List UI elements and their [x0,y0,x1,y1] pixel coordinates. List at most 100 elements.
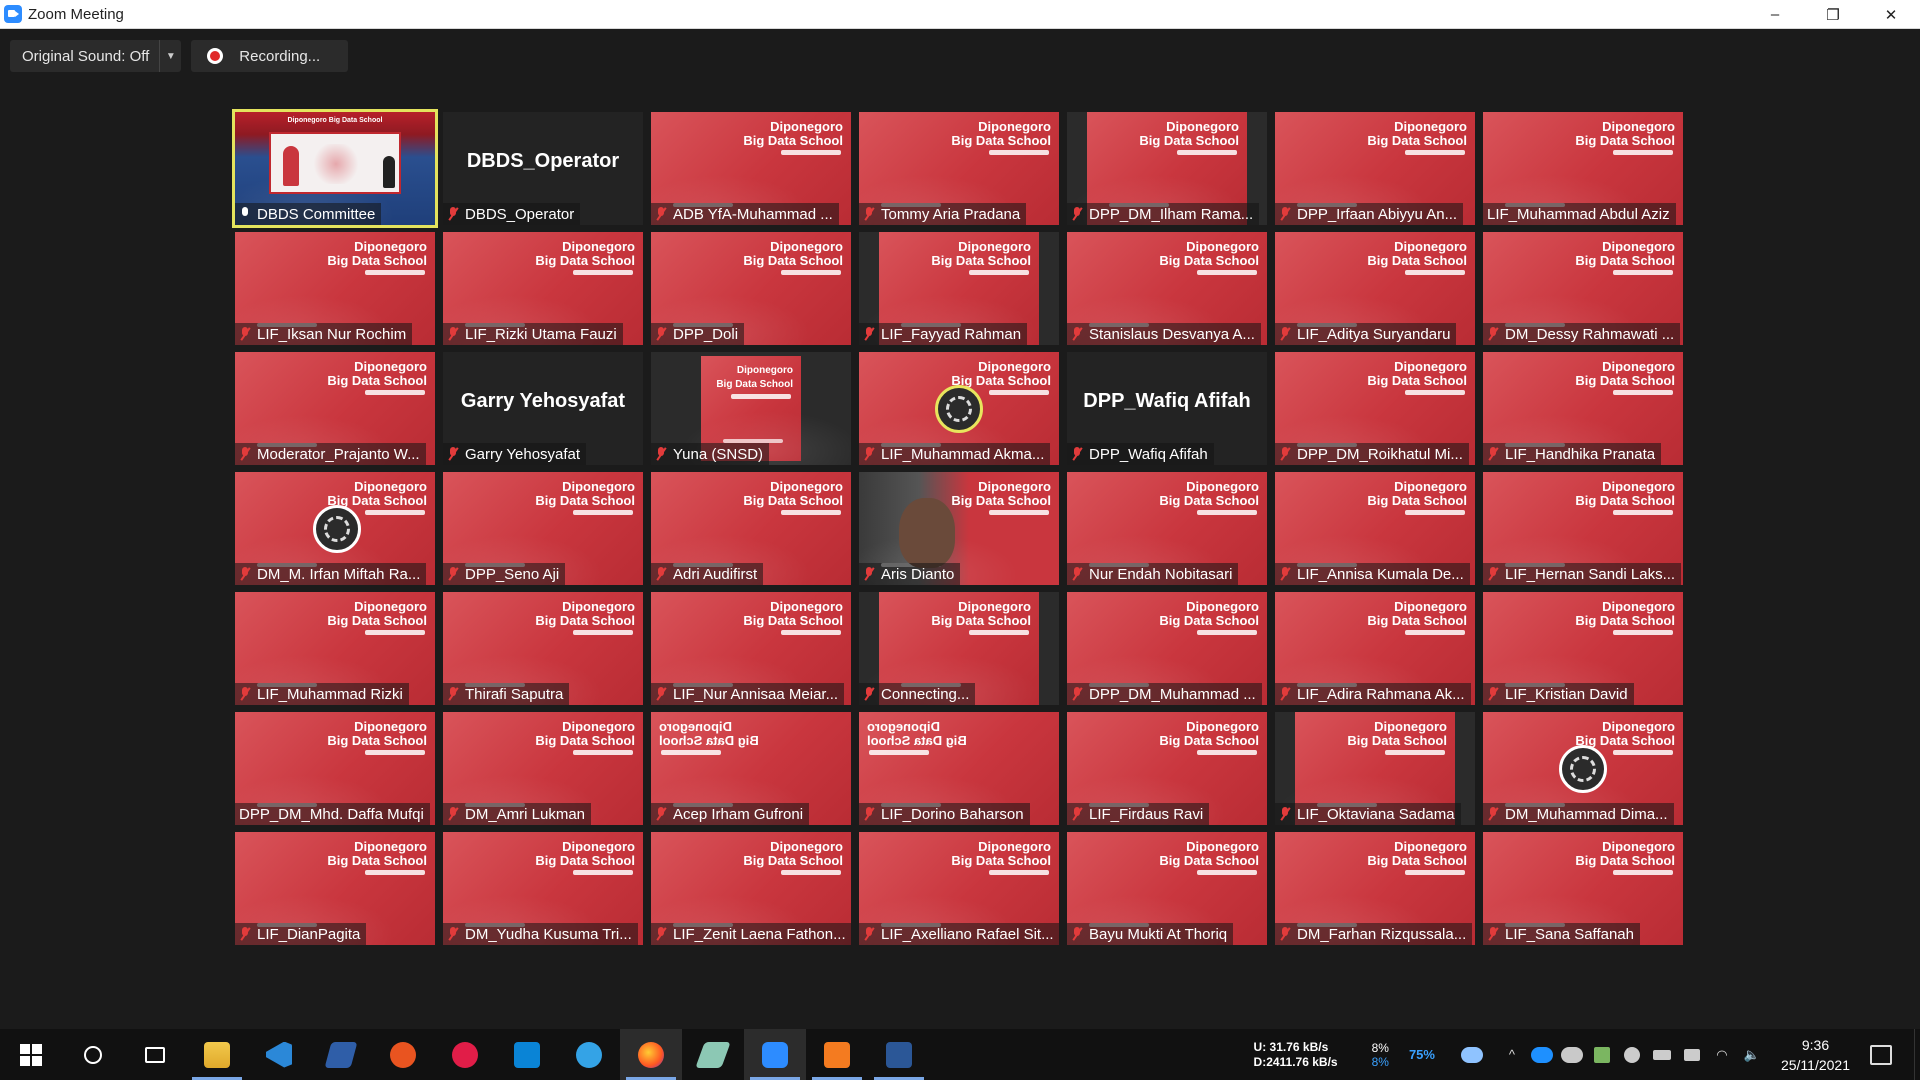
task-view-button[interactable] [124,1029,186,1080]
participant-name: LIF_Dorino Baharson [881,805,1024,823]
taskbar-file-explorer[interactable] [186,1029,248,1080]
notification-center-icon[interactable] [1870,1044,1892,1065]
participant-tile[interactable]: Diponegoro Big Data School LIF_Zenit Laena… [651,832,851,945]
participant-tile[interactable]: Diponegoro Big Data School Aris Dianto [859,472,1059,585]
brand-line-1: Diponegoro [1394,119,1467,134]
participant-tile[interactable]: Diponegoro Big Data School LIF_Oktaviana S… [1275,712,1475,825]
participant-tile[interactable]: Diponegoro Big Data School LIF_Firdaus Rav… [1067,712,1267,825]
participant-tile[interactable]: Diponegoro Big Data School DPP_DM_Roikhatu… [1275,352,1475,465]
taskbar-ubuntu[interactable] [372,1029,434,1080]
brand-line-2: Big Data School [327,373,427,388]
brand-line-2: Big Data School [951,853,1051,868]
participant-tile[interactable]: Diponegoro Big Data School DM_Farhan Rizqu… [1275,832,1475,945]
participant-tile[interactable]: Diponegoro Big Data School LIF_Rizki Utama… [443,232,643,345]
participant-tile[interactable]: Diponegoro Big Data School Tommy Aria Prad… [859,112,1059,225]
participant-tile[interactable]: Garry Yehosyafat Garry Yehosyafat [443,352,643,465]
participant-tile[interactable]: Diponegoro Big Data School Thirafi Saputra [443,592,643,705]
participant-tile[interactable]: Diponegoro Big Data School LIF_Iksan Nur R… [235,232,435,345]
participant-tile[interactable]: Diponegoro Big Data School LIF_Sana Saffan… [1483,832,1683,945]
brand-line-1: Diponegoro [1602,479,1675,494]
brand-line-2: Big Data School [1159,613,1259,628]
participant-tile[interactable]: Diponegoro Big Data School Connecting... [859,592,1059,705]
weather-icon[interactable] [1460,1046,1483,1064]
participant-name-bar: DPP_Seno Aji [443,563,566,585]
word-icon [886,1041,912,1068]
participant-tile[interactable]: Diponegoro Big Data School DPP_DM_Mhd. Daf… [235,712,435,825]
participant-tile[interactable]: Diponegoro Big Data School DM_Muhammad Dim… [1483,712,1683,825]
participant-tile[interactable]: Diponegoro Big Data School LIF_Muhammad Ak… [859,352,1059,465]
participant-tile[interactable]: Diponegoro Big Data School DPP_DM_Ilham Ra… [1067,112,1267,225]
participant-tile[interactable]: Diponegoro Big Data School LIF_Hernan Sand… [1483,472,1683,585]
participant-tile[interactable]: Diponegoro Big Data School LIF_Kristian Da… [1483,592,1683,705]
tray-app-icon[interactable] [1591,1046,1613,1064]
search-button[interactable] [62,1029,124,1080]
participant-tile[interactable]: Diponegoro Big Data School Nur Endah Nobit… [1067,472,1267,585]
participant-tile[interactable]: Diponegoro Big Data School DM_Amri Lukman [443,712,643,825]
participant-tile[interactable]: Diponegoro Big Data School LIF_Handhika Pr… [1483,352,1683,465]
participant-tile[interactable]: Diponegoro Big Data School LIF_Axelliano R… [859,832,1059,945]
brand-date-strip [1197,510,1257,515]
participant-tile[interactable]: Diponegoro Big Data School Acep Irham Gufr… [651,712,851,825]
participant-tile[interactable]: Diponegoro Big Data School DM_Yudha Kusuma… [443,832,643,945]
chevron-down-icon[interactable]: ▼ [159,40,181,72]
restore-button[interactable]: ❐ [1804,0,1862,29]
taskbar-zoom[interactable] [744,1029,806,1080]
participant-tile[interactable]: Diponegoro Big Data School ADB YfA-Muhamma… [651,112,851,225]
mic-muted-icon [655,207,667,221]
participant-tile[interactable]: Diponegoro Big Data School LIF_Muhammad Ab… [1483,112,1683,225]
participant-tile[interactable]: Diponegoro Big Data School LIF_Adira Rahma… [1275,592,1475,705]
taskbar-blue-app[interactable] [496,1029,558,1080]
participant-tile[interactable]: Diponegoro Big Data School Stanislaus Desv… [1067,232,1267,345]
participant-tile[interactable]: Diponegoro Big Data School DPP_Irfaan Abiy… [1275,112,1475,225]
taskbar-firefox[interactable] [620,1029,682,1080]
participant-tile[interactable]: Diponegoro Big Data School Yuna (SNSD) [651,352,851,465]
participant-tile[interactable]: Diponegoro Big Data School DPP_DM_Muhammad… [1067,592,1267,705]
taskbar-word[interactable] [868,1029,930,1080]
show-desktop-button[interactable] [1914,1029,1920,1080]
taskbar-docker[interactable] [558,1029,620,1080]
brand-date-strip [731,394,791,399]
participant-tile[interactable]: DBDS_Operator DBDS_Operator [443,112,643,225]
participant-tile[interactable]: Diponegoro Big Data School LIF_Muhammad Ri… [235,592,435,705]
participant-tile[interactable]: Diponegoro Big Data School DBDS Committee [232,109,438,228]
wifi-icon[interactable]: ◠ [1711,1046,1733,1064]
brand-date-strip [1405,150,1465,155]
cloud-icon[interactable] [1560,1046,1583,1064]
participant-tile[interactable]: DPP_Wafiq Afifah DPP_Wafiq Afifah [1067,352,1267,465]
participant-tile[interactable]: Diponegoro Big Data School LIF_Dorino Baha… [859,712,1059,825]
taskbar-red-app[interactable] [434,1029,496,1080]
start-button[interactable] [0,1029,62,1080]
participant-tile[interactable]: Diponegoro Big Data School DM_Dessy Rahmaw… [1483,232,1683,345]
taskbar-powershell[interactable] [310,1029,372,1080]
docker-icon [576,1041,602,1068]
close-button[interactable]: ✕ [1862,0,1920,29]
participant-tile[interactable]: Diponegoro Big Data School Moderator_Praja… [235,352,435,465]
participant-tile[interactable]: Diponegoro Big Data School DM_M. Irfan Mif… [235,472,435,585]
participant-tile[interactable]: Diponegoro Big Data School Adri Audifirst [651,472,851,585]
recording-indicator[interactable]: Recording... [191,40,349,72]
participant-tile[interactable]: Diponegoro Big Data School LIF_Fayyad Rahm… [859,232,1059,345]
network-icon[interactable] [1681,1046,1703,1064]
taskbar-vscode[interactable] [248,1029,310,1080]
participant-tile[interactable]: Diponegoro Big Data School Bayu Mukti At T… [1067,832,1267,945]
taskbar-clock[interactable]: 9:36 25/11/2021 [1781,1035,1850,1075]
chevron-up-icon[interactable]: ^ [1501,1046,1523,1064]
participant-tile[interactable]: Diponegoro Big Data School DPP_Doli [651,232,851,345]
minimize-button[interactable]: – [1746,0,1804,29]
participant-tile[interactable]: Diponegoro Big Data School LIF_DianPagita [235,832,435,945]
participant-tile[interactable]: Diponegoro Big Data School LIF_Annisa Kuma… [1275,472,1475,585]
participant-tile[interactable]: Diponegoro Big Data School DPP_Seno Aji [443,472,643,585]
participant-tile[interactable]: Diponegoro Big Data School LIF_Nur Annisaa… [651,592,851,705]
onedrive-icon[interactable] [1530,1046,1553,1064]
original-sound-button[interactable]: Original Sound: Off ▼ [10,40,182,72]
brand-line-1: Diponegoro [1602,239,1675,254]
brand-date-strip [573,630,633,635]
battery-icon[interactable] [1651,1046,1673,1064]
taskbar-notes[interactable] [682,1029,744,1080]
volume-icon[interactable]: 🔈 [1741,1046,1763,1064]
brand-line-1: Diponegoro [770,479,843,494]
taskbar-pdf[interactable] [806,1029,868,1080]
participant-tile[interactable]: Diponegoro Big Data School LIF_Aditya Sury… [1275,232,1475,345]
brand-date-strip [781,270,841,275]
gear-icon[interactable] [1621,1046,1643,1064]
